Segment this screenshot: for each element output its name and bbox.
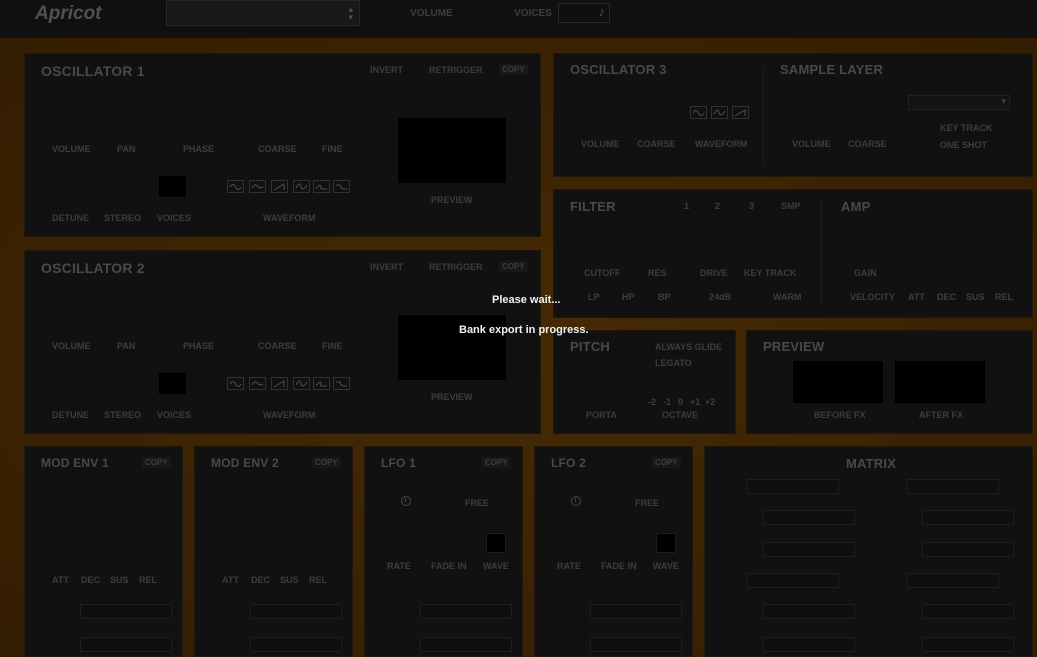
please-wait-message: Please wait...: [492, 294, 561, 306]
export-progress-message: Bank export in progress.: [459, 324, 589, 336]
